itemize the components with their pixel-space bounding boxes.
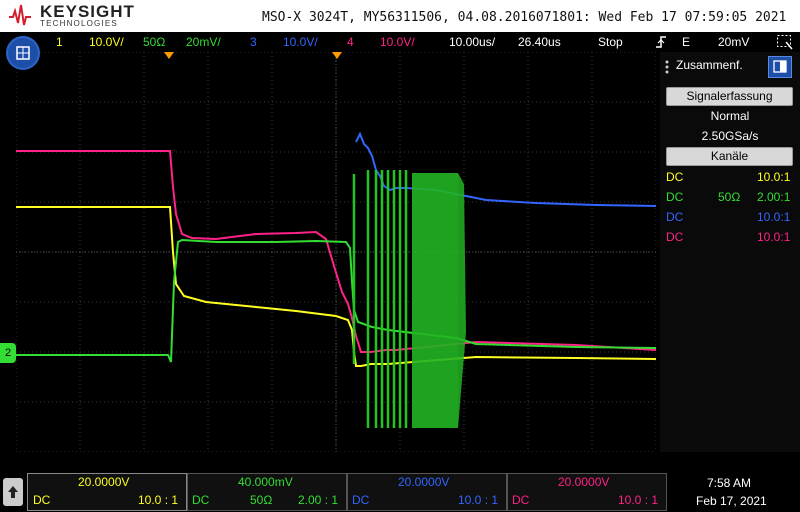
clock-time: 7:58 AM — [707, 476, 752, 490]
side-ch4-probe: 10.0:1 — [757, 230, 791, 244]
keysight-logo-icon — [9, 4, 31, 26]
signal-acquisition-button[interactable]: Signalerfassung — [666, 87, 793, 106]
side-ch3-coupling: DC — [666, 210, 684, 224]
ch1-scale[interactable]: 10.0V/ — [89, 35, 124, 49]
measure-cursor-icon[interactable] — [776, 34, 794, 50]
side-ch2-impedance: 50Ω — [718, 190, 741, 204]
expand-button[interactable] — [3, 478, 23, 506]
ch2-probe: 2.00 : 1 — [298, 493, 339, 507]
timebase[interactable]: 10.00us/ — [449, 35, 495, 49]
trigger-level[interactable]: 20mV — [718, 35, 749, 49]
ch3-number[interactable]: 3 — [250, 35, 257, 49]
ch2-impedance[interactable]: 50Ω — [143, 35, 165, 49]
ch3-probe: 10.0 : 1 — [458, 493, 499, 507]
side-ch1-probe: 10.0:1 — [757, 170, 791, 184]
side-ch2-coupling: DC — [666, 190, 684, 204]
side-ch3-probe: 10.0:1 — [757, 210, 791, 224]
ch1-offset: 20.0000V — [78, 475, 130, 489]
trigger-edge-icon[interactable] — [654, 35, 668, 49]
ch2-impedance: 50Ω — [250, 493, 273, 507]
ch2-ground-marker[interactable]: 2 — [0, 343, 16, 363]
ch4-probe: 10.0 : 1 — [618, 493, 659, 507]
ch4-scale[interactable]: 10.0V/ — [380, 35, 415, 49]
clock-date: Feb 17, 2021 — [696, 494, 767, 508]
side-ch4-coupling: DC — [666, 230, 684, 244]
run-state[interactable]: Stop — [598, 35, 623, 49]
more-options-icon[interactable] — [662, 60, 672, 74]
ch4-coupling: DC — [512, 493, 530, 507]
side-ch1-coupling: DC — [666, 170, 684, 184]
ch2-offset: 40.000mV — [238, 475, 293, 489]
ch3-scale[interactable]: 10.0V/ — [283, 35, 318, 49]
panel-layout-button[interactable] — [768, 56, 792, 78]
arrow-up-icon — [8, 486, 18, 498]
ch4-number[interactable]: 4 — [347, 35, 354, 49]
sample-rate: 2.50GSa/s — [701, 129, 759, 143]
ch2-burst-block — [412, 173, 458, 428]
waveform-display[interactable] — [16, 52, 656, 452]
home-menu-button[interactable] — [6, 36, 40, 70]
ch2-coupling: DC — [192, 493, 210, 507]
ch3-offset: 20.0000V — [398, 475, 450, 489]
grid-icon — [16, 46, 30, 60]
ch2-scale[interactable]: 20mV/ — [186, 35, 221, 49]
ch1-number[interactable]: 1 — [56, 35, 63, 49]
ch1-coupling: DC — [33, 493, 51, 507]
ch1-probe: 10.0 : 1 — [138, 493, 179, 507]
channels-button[interactable]: Kanäle — [666, 147, 793, 166]
ch3-coupling: DC — [352, 493, 370, 507]
acquisition-mode: Normal — [710, 109, 750, 123]
ch4-offset: 20.0000V — [558, 475, 610, 489]
instrument-title: MSO-X 3024T, MY56311506, 04.08.201607180… — [262, 10, 787, 25]
delay[interactable]: 26.40us — [518, 35, 561, 49]
trigger-mode[interactable]: E — [682, 35, 690, 49]
side-panel-title: Zusammenf. — [676, 58, 743, 72]
brand-subtitle: TECHNOLOGIES — [40, 19, 118, 28]
side-ch2-probe: 2.00:1 — [757, 190, 791, 204]
panel-layout-icon — [773, 60, 787, 73]
